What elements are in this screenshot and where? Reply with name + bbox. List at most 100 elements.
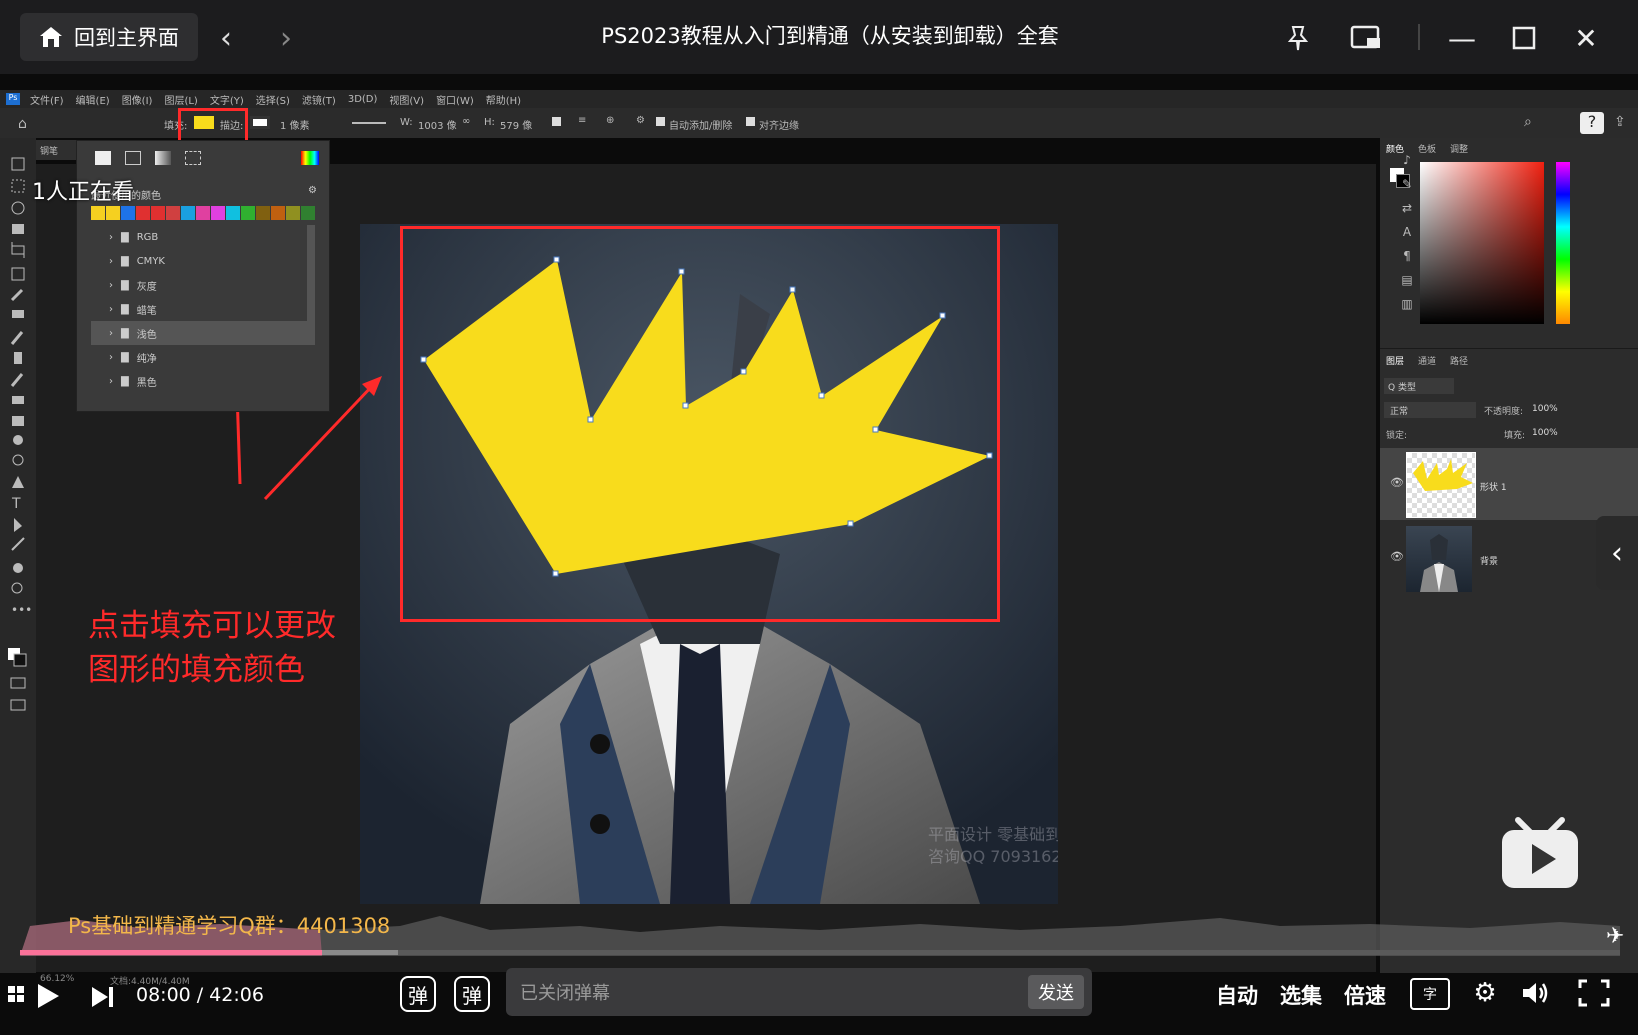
ps-side-dock: ♪ ✎ ⇄ A ¶ ▤ ▥ [1396, 148, 1418, 348]
color-swatch[interactable] [91, 206, 105, 220]
gear-icon[interactable]: ⚙ [1468, 976, 1502, 1010]
color-swatch[interactable] [121, 206, 135, 220]
danmu-toggle-icon[interactable]: 弹 [400, 976, 436, 1012]
volume-icon[interactable] [1518, 976, 1552, 1010]
folder-label: 纯净 [136, 353, 157, 365]
annotation-line: 图形的填充颜色 [88, 652, 305, 688]
color-swatch[interactable] [181, 206, 195, 220]
chevron-right-icon: › [109, 255, 113, 267]
color-swatch[interactable] [256, 206, 270, 220]
color-swatch[interactable] [106, 206, 120, 220]
color-swatch[interactable] [241, 206, 255, 220]
folder-label: 黑色 [136, 377, 157, 389]
tab-adjustments[interactable]: 调整 [1450, 142, 1468, 155]
chevron-left-icon[interactable]: ‹ [1596, 516, 1638, 590]
swatch-folder[interactable]: › ▇ 蜡笔 [91, 297, 313, 321]
annotation-line: 点击填充可以更改 [88, 608, 336, 644]
fill-label: 填充: [1504, 431, 1526, 441]
blend-mode-select[interactable]: 正常 [1384, 402, 1476, 418]
color-picker-icon[interactable] [301, 151, 319, 165]
no-fill-icon[interactable] [95, 151, 111, 165]
folder-icon: ▇ [121, 375, 129, 387]
tv-logo-icon [1502, 817, 1578, 888]
swatch-folder[interactable]: › ▇ 灰度 [91, 273, 313, 297]
minimize-icon[interactable]: — [1440, 16, 1484, 60]
subtitle-icon[interactable]: 字 [1410, 978, 1450, 1010]
color-swatch[interactable] [136, 206, 150, 220]
color-swatch[interactable] [271, 206, 285, 220]
color-swatch[interactable] [226, 206, 240, 220]
dock-icons[interactable]: ♪ ✎ ⇄ A ¶ ▤ ▥ [1396, 148, 1418, 316]
send-button[interactable]: 发送 [1028, 975, 1084, 1009]
fill-type-row [95, 151, 201, 165]
gear-icon[interactable]: ⚙ [308, 185, 317, 196]
chevron-right-icon: › [109, 375, 113, 387]
pin-icon[interactable] [1276, 16, 1320, 60]
episodes-button[interactable]: 选集 [1280, 980, 1322, 1010]
solid-fill-icon[interactable] [125, 151, 141, 165]
danmu-input[interactable]: 已关闭弹幕 发送 [506, 968, 1092, 1016]
color-swatch[interactable] [286, 206, 300, 220]
video-player[interactable]: Ps 文件(F) 编辑(E) 图像(I) 图层(L) 文字(Y) 选择(S) 滤… [0, 74, 1638, 1035]
tab-channels[interactable]: 通道 [1418, 354, 1436, 367]
play-icon[interactable] [30, 978, 66, 1014]
layer-thumbnail-shape [1406, 452, 1476, 518]
progress-handle-icon[interactable]: ✈ [1606, 924, 1624, 949]
next-icon[interactable] [88, 982, 118, 1012]
eye-icon[interactable]: 👁 [1390, 476, 1404, 489]
swatch-folder[interactable]: › ▇ RGB [91, 225, 313, 249]
popup-scrollbar[interactable] [307, 225, 315, 345]
opacity-value[interactable]: 100% [1532, 404, 1558, 414]
swatch-folder[interactable]: › ▇ 浅色 [91, 321, 313, 345]
lock-label: 锁定: [1386, 431, 1408, 441]
picture-in-picture-icon[interactable] [1344, 16, 1388, 60]
annotation-text: 点击填充可以更改 图形的填充颜色 [88, 604, 336, 692]
close-icon[interactable]: ✕ [1564, 16, 1608, 60]
folder-label: 蜡笔 [136, 305, 157, 317]
tab-layers[interactable]: 图层 [1386, 354, 1404, 367]
color-swatch[interactable] [166, 206, 180, 220]
home-icon [40, 27, 62, 47]
progress-bar[interactable] [20, 950, 1620, 955]
folder-icon: ▇ [121, 231, 129, 243]
eye-icon[interactable]: 👁 [1390, 550, 1404, 563]
gradient-fill-icon[interactable] [155, 151, 171, 165]
layer-thumbnail-background [1406, 526, 1472, 592]
hue-slider[interactable] [1556, 162, 1570, 324]
danmu-placeholder: 已关闭弹幕 [520, 983, 610, 1004]
layer-name: 背景 [1480, 557, 1499, 567]
speed-button[interactable]: 倍速 [1344, 980, 1386, 1010]
folder-label: 浅色 [136, 329, 157, 341]
tab-paths[interactable]: 路径 [1450, 354, 1468, 367]
window-title: PS2023教程从入门到精通（从安装到卸载）全套 [601, 24, 1059, 48]
chevron-right-icon: › [109, 327, 113, 339]
forward-icon[interactable]: › [266, 18, 306, 58]
pattern-fill-icon[interactable] [185, 151, 201, 165]
folder-icon: ▇ [121, 351, 129, 363]
qq-group-text: Ps基础到精通学习Q群：4401308 [68, 914, 391, 938]
danmu-settings-icon[interactable]: 弹 [454, 976, 490, 1012]
folder-label: CMYK [136, 255, 165, 267]
recent-swatches [91, 205, 316, 220]
home-button[interactable]: 回到主界面 [20, 13, 198, 61]
opacity-label: 不透明度: [1484, 407, 1524, 417]
progress-buffered [322, 950, 398, 955]
quality-button[interactable]: 自动 [1216, 980, 1258, 1010]
color-picker-field[interactable] [1420, 162, 1544, 324]
swatch-folder-list: › ▇ RGB › ▇ CMYK › ▇ 灰度 › ▇ 蜡笔 › ▇ 浅色 › ▇ 纯净 › ▇ 黑色 [91, 225, 313, 393]
swatch-folder[interactable]: › ▇ CMYK [91, 249, 313, 273]
folder-icon: ▇ [121, 279, 129, 291]
fill-value[interactable]: 100% [1532, 428, 1558, 438]
tab-swatches[interactable]: 色板 [1418, 142, 1436, 155]
layer-kind-filter[interactable]: Q 类型 [1384, 378, 1454, 394]
folder-icon: ▇ [121, 327, 129, 339]
maximize-icon[interactable] [1502, 16, 1546, 60]
fullscreen-icon[interactable] [1574, 976, 1614, 1010]
color-swatch[interactable] [196, 206, 210, 220]
swatch-folder[interactable]: › ▇ 纯净 [91, 345, 313, 369]
color-swatch[interactable] [211, 206, 225, 220]
color-swatch[interactable] [301, 206, 315, 220]
color-swatch[interactable] [151, 206, 165, 220]
back-icon[interactable]: ‹ [206, 18, 246, 58]
swatch-folder[interactable]: › ▇ 黑色 [91, 369, 313, 393]
